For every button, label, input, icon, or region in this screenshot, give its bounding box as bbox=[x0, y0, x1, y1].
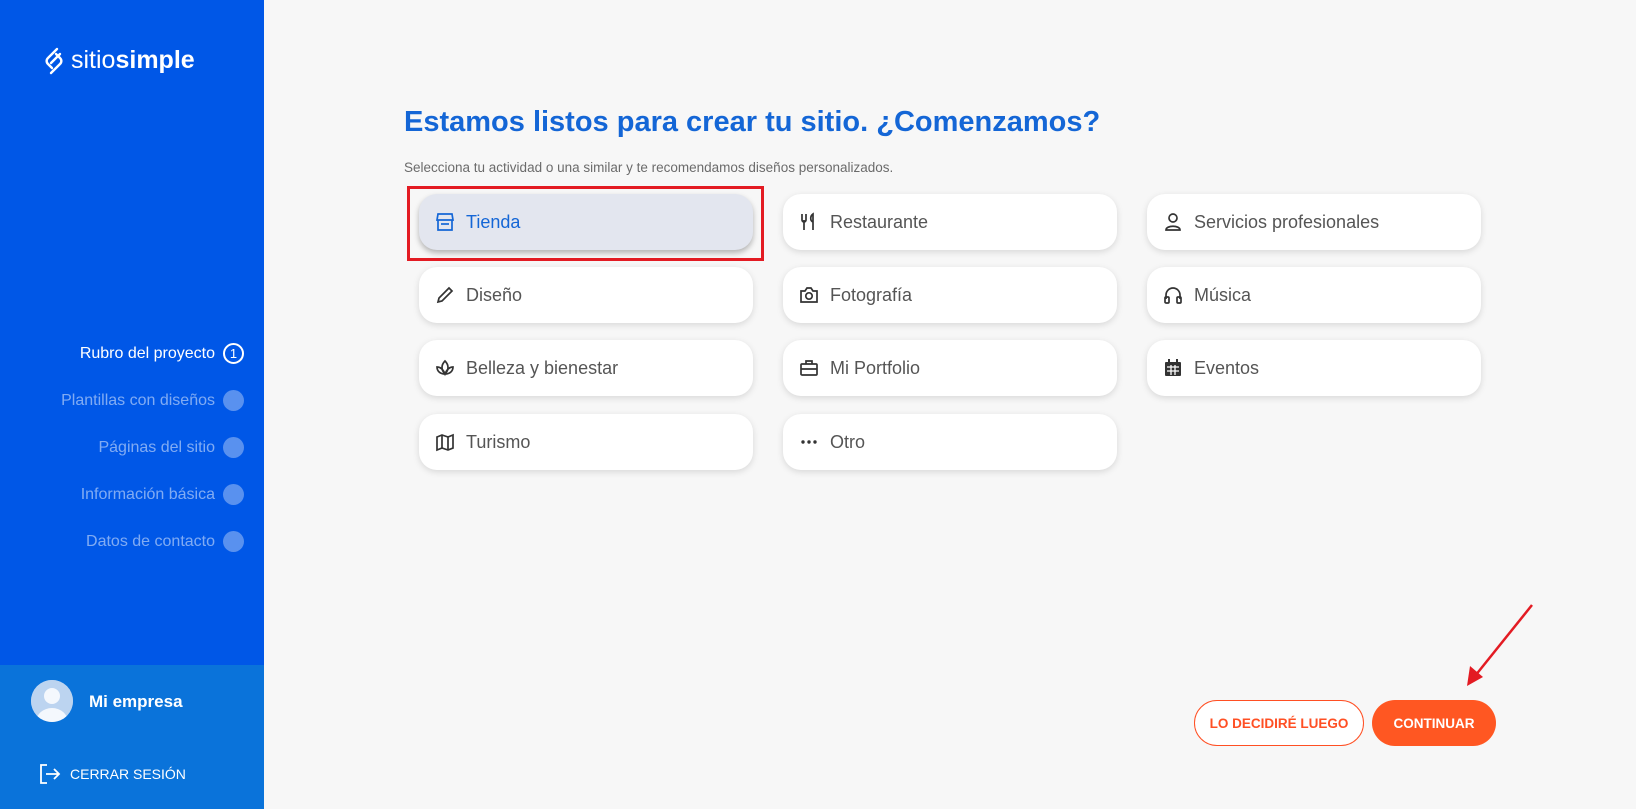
category-card-tienda[interactable]: Tienda bbox=[419, 194, 753, 250]
step-indicator bbox=[223, 390, 244, 411]
category-label: Belleza y bienestar bbox=[466, 357, 619, 378]
step-label: Plantillas con diseños bbox=[61, 391, 215, 409]
category-label: Fotografía bbox=[830, 284, 913, 305]
category-card-eventos[interactable]: Eventos bbox=[1147, 340, 1481, 396]
page-subtitle: Selecciona tu actividad o una similar y … bbox=[404, 160, 894, 175]
category-label: Restaurante bbox=[830, 211, 929, 232]
step-label: Datos de contacto bbox=[86, 532, 215, 550]
fork-knife-icon bbox=[798, 211, 820, 233]
category-card-diseno[interactable]: Diseño bbox=[419, 267, 753, 323]
step-indicator: 1 bbox=[223, 343, 244, 364]
step-label: Páginas del sitio bbox=[98, 438, 215, 456]
step-label: Información básica bbox=[80, 485, 215, 503]
step-indicator bbox=[223, 437, 244, 458]
brand-name-bold: simple bbox=[115, 46, 195, 74]
category-label: Eventos bbox=[1194, 357, 1260, 378]
decide-later-button[interactable]: LO DECIDIRÉ LUEGO bbox=[1194, 700, 1364, 746]
category-label: Tienda bbox=[466, 211, 521, 232]
logout-icon bbox=[40, 764, 61, 784]
category-card-fotografia[interactable]: Fotografía bbox=[783, 267, 1117, 323]
step-indicator bbox=[223, 484, 244, 505]
headphones-icon bbox=[1162, 284, 1184, 306]
category-card-turismo[interactable]: Turismo bbox=[419, 414, 753, 470]
calendar-icon bbox=[1162, 357, 1184, 379]
map-icon bbox=[434, 431, 456, 453]
logo-icon bbox=[45, 47, 63, 74]
category-label: Música bbox=[1194, 284, 1252, 305]
ellipsis-icon bbox=[798, 431, 820, 453]
step-contact-data: Datos de contacto bbox=[4, 518, 244, 565]
page-title: Estamos listos para crear tu sitio. ¿Com… bbox=[404, 106, 1101, 138]
step-label: Rubro del proyecto bbox=[79, 344, 215, 362]
user-silhouette-icon bbox=[31, 680, 73, 722]
briefcase-icon bbox=[798, 357, 820, 379]
user-name: Mi empresa bbox=[89, 692, 183, 711]
category-card-otro[interactable]: Otro bbox=[783, 414, 1117, 470]
category-label: Servicios profesionales bbox=[1194, 211, 1380, 232]
pencil-icon bbox=[434, 284, 456, 306]
step-project-category: Rubro del proyecto 1 bbox=[4, 330, 244, 377]
avatar bbox=[31, 680, 73, 722]
category-label: Otro bbox=[830, 431, 866, 452]
sidebar: sitio simple Rubro del proyecto 1 Plantil… bbox=[0, 0, 264, 809]
category-card-musica[interactable]: Música bbox=[1147, 267, 1481, 323]
category-label: Mi Portfolio bbox=[830, 357, 921, 378]
lotus-icon bbox=[434, 357, 456, 379]
progress-steps: Rubro del proyecto 1 Plantillas con dise… bbox=[4, 330, 244, 565]
logout-label: CERRAR SESIÓN bbox=[70, 766, 186, 782]
annotation-arrow-icon bbox=[1467, 604, 1533, 686]
brand-name-light: sitio bbox=[71, 46, 116, 74]
category-card-belleza[interactable]: Belleza y bienestar bbox=[419, 340, 753, 396]
category-card-restaurante[interactable]: Restaurante bbox=[783, 194, 1117, 250]
user-panel: Mi empresa CERRAR SESIÓN bbox=[0, 665, 264, 809]
camera-icon bbox=[798, 284, 820, 306]
step-templates: Plantillas con diseños bbox=[4, 377, 244, 424]
store-icon bbox=[434, 211, 456, 233]
category-label: Diseño bbox=[466, 284, 523, 305]
professional-icon bbox=[1162, 211, 1184, 233]
step-site-pages: Páginas del sitio bbox=[4, 424, 244, 471]
step-indicator bbox=[223, 531, 244, 552]
step-basic-info: Información básica bbox=[4, 471, 244, 518]
category-card-portfolio[interactable]: Mi Portfolio bbox=[783, 340, 1117, 396]
logout-button[interactable]: CERRAR SESIÓN bbox=[38, 763, 186, 785]
brand-logo[interactable]: sitio simple bbox=[43, 46, 195, 75]
continue-button[interactable]: CONTINUAR bbox=[1372, 700, 1496, 746]
category-label: Turismo bbox=[466, 431, 531, 452]
category-card-servicios-profesionales[interactable]: Servicios profesionales bbox=[1147, 194, 1481, 250]
